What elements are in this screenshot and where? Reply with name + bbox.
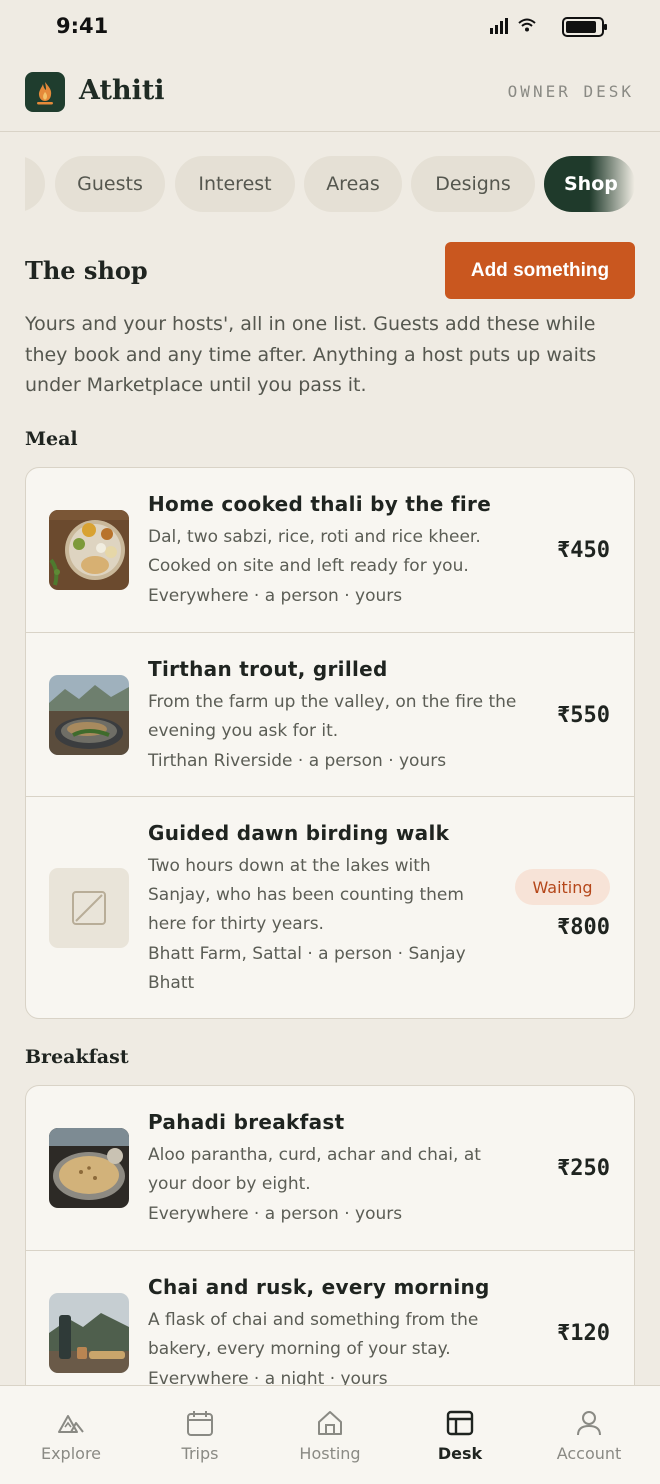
tab-guests[interactable]: Guests [55, 156, 165, 212]
logo [25, 72, 65, 112]
person-icon [577, 1411, 601, 1436]
intro-text: Yours and your hosts', all in one list. … [25, 313, 597, 396]
item-title: Chai and rusk, every morning [148, 1275, 490, 1299]
image-placeholder-icon [72, 891, 106, 925]
item-description: Aloo parantha, curd, achar and chai, at … [148, 1145, 481, 1194]
nav-desk[interactable]: Desk [394, 1386, 526, 1484]
home-icon [318, 1411, 342, 1435]
tab-interest[interactable]: Interest [175, 156, 295, 212]
item-description: A flask of chai and something from the b… [148, 1310, 479, 1359]
tab-areas[interactable]: Areas [304, 156, 402, 212]
nav-label: Trips [181, 1444, 219, 1463]
item-title: Pahadi breakfast [148, 1110, 345, 1134]
tab-label: Areas [326, 173, 380, 195]
item-price: ₹550 [557, 703, 610, 728]
list-item[interactable]: Guided dawn birding walk Two hours down … [26, 796, 634, 1018]
item-price: ₹450 [557, 538, 610, 563]
status-bar: 9:41 [0, 0, 660, 56]
item-description: Dal, two sabzi, rice, roti and rice khee… [148, 527, 481, 576]
page-title: The shop [25, 256, 148, 285]
nav-trips[interactable]: Trips [134, 1386, 266, 1484]
nav-label: Hosting [299, 1444, 361, 1463]
item-price: ₹250 [557, 1156, 610, 1181]
tab-label: Guests [77, 173, 143, 195]
group-label-breakfast: Breakfast [25, 1046, 129, 1068]
item-description: From the farm up the valley, on the fire… [148, 692, 517, 741]
item-description: Two hours down at the lakes with Sanjay,… [148, 856, 464, 934]
tab-label: Designs [435, 173, 511, 195]
item-title: Guided dawn birding walk [148, 821, 450, 845]
item-price: ₹800 [557, 915, 610, 940]
nav-account[interactable]: Account [523, 1386, 655, 1484]
nav-explore[interactable]: Explore [5, 1386, 137, 1484]
list-item[interactable]: Home cooked thali by the fire Dal, two s… [26, 468, 634, 632]
tab-label: Interest [198, 173, 272, 195]
tab-shop[interactable]: Shop [544, 156, 635, 212]
desk-icon [446, 1410, 474, 1436]
bottom-nav: Explore Trips Hosting Desk Account [0, 1385, 660, 1484]
app-title: Athiti [79, 75, 165, 106]
tab-previous[interactable] [25, 156, 45, 212]
thali-photo [49, 510, 129, 590]
wifi-icon [518, 18, 536, 32]
signal-icon [490, 18, 508, 34]
nav-hosting[interactable]: Hosting [264, 1386, 396, 1484]
breakfast-card: Pahadi breakfast Aloo parantha, curd, ac… [25, 1085, 635, 1425]
nav-label: Explore [40, 1444, 102, 1463]
list-item[interactable]: Tirthan trout, grilled From the farm up … [26, 632, 634, 796]
trout-photo [49, 675, 129, 755]
item-meta: Everywhere · a person · yours [148, 1204, 403, 1224]
group-label-meal: Meal [25, 428, 78, 450]
item-meta: Everywhere · a person · yours [148, 586, 403, 606]
chai-photo [49, 1293, 129, 1373]
image-placeholder [49, 868, 129, 948]
nav-label: Account [556, 1444, 622, 1463]
mountain-icon [58, 1415, 84, 1433]
nav-label: Desk [437, 1444, 483, 1463]
meal-card: Home cooked thali by the fire Dal, two s… [25, 467, 635, 1019]
calendar-icon [187, 1411, 213, 1436]
item-meta: Tirthan Riverside · a person · yours [148, 751, 447, 771]
battery-icon [562, 17, 607, 37]
app-header: Athiti OWNER DESK [0, 56, 660, 132]
item-title: Home cooked thali by the fire [148, 492, 492, 516]
flame-icon [37, 82, 53, 105]
status-time: 9:41 [56, 14, 109, 38]
tab-designs[interactable]: Designs [411, 156, 535, 212]
status-badge: Waiting [515, 869, 610, 905]
list-item[interactable]: Pahadi breakfast Aloo parantha, curd, ac… [26, 1086, 634, 1250]
item-price: ₹120 [557, 1321, 610, 1346]
breakfast-photo [49, 1128, 129, 1208]
owner-desk-label[interactable]: OWNER DESK [508, 82, 634, 101]
tab-label: Shop [564, 173, 618, 195]
item-meta: Bhatt Farm, Sattal · a person · Sanjay B… [148, 944, 466, 993]
tabs-row: Guests Interest Areas Designs Shop [25, 156, 635, 212]
add-something-button[interactable]: Add something [445, 242, 635, 299]
item-title: Tirthan trout, grilled [148, 657, 388, 681]
